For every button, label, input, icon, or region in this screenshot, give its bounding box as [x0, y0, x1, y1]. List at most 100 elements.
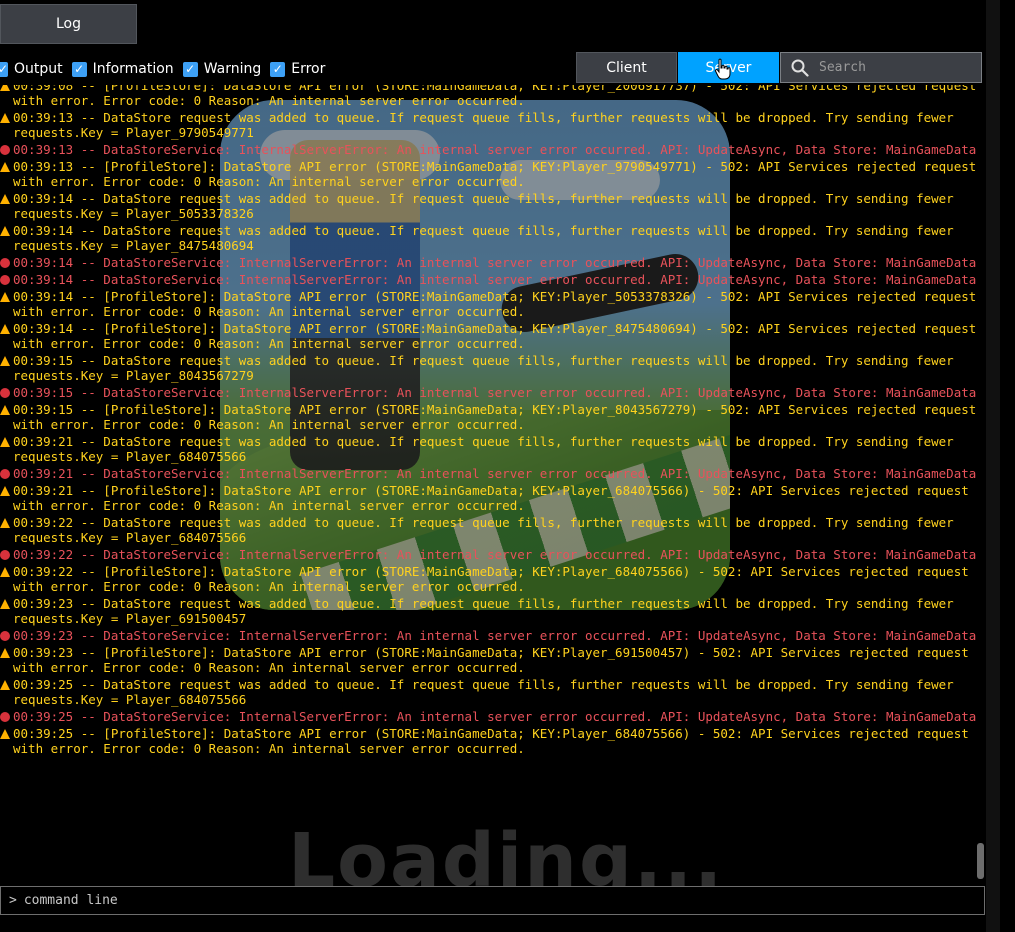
client-button[interactable]: Client: [576, 52, 677, 83]
warning-icon: [0, 648, 10, 658]
warning-icon: [0, 162, 10, 172]
warning-icon: [0, 486, 10, 496]
log-entry: 00:39:15 -- [ProfileStore]: DataStore AP…: [0, 402, 982, 432]
log-entry: 00:39:21 -- [ProfileStore]: DataStore AP…: [0, 483, 982, 513]
warning-icon: [0, 194, 10, 204]
warning-icon: [0, 356, 10, 366]
log-entry-text: 00:39:25 -- [ProfileStore]: DataStore AP…: [13, 726, 977, 756]
log-list: 00:39:08 -- [ProfileStore]: DataStore AP…: [0, 85, 982, 758]
error-icon: [0, 550, 10, 560]
log-entry-text: 00:39:14 -- [ProfileStore]: DataStore AP…: [13, 321, 977, 351]
log-entry-text: 00:39:13 -- DataStoreService: InternalSe…: [13, 142, 977, 157]
window-edge: [986, 0, 1000, 932]
log-entry: 00:39:15 -- DataStoreService: InternalSe…: [0, 385, 982, 400]
log-entry-text: 00:39:23 -- DataStore request was added …: [13, 596, 962, 626]
log-entry: 00:39:15 -- DataStore request was added …: [0, 353, 982, 383]
filter-label: Error: [291, 61, 326, 77]
log-entry: 00:39:22 -- [ProfileStore]: DataStore AP…: [0, 564, 982, 594]
log-entry: 00:39:25 -- [ProfileStore]: DataStore AP…: [0, 726, 982, 756]
command-line[interactable]: >: [0, 886, 985, 915]
log-entry-text: 00:39:21 -- [ProfileStore]: DataStore AP…: [13, 483, 977, 513]
log-entry-text: 00:39:08 -- [ProfileStore]: DataStore AP…: [13, 85, 977, 108]
search-box[interactable]: [780, 52, 982, 83]
log-entry: 00:39:13 -- [ProfileStore]: DataStore AP…: [0, 159, 982, 189]
error-icon: [0, 275, 10, 285]
filter-information[interactable]: ✓ Information: [71, 61, 174, 77]
log-entry-text: 00:39:23 -- DataStoreService: InternalSe…: [13, 628, 977, 643]
warning-icon: [0, 292, 10, 302]
log-entry-text: 00:39:15 -- [ProfileStore]: DataStore AP…: [13, 402, 977, 432]
log-entry-text: 00:39:13 -- [ProfileStore]: DataStore AP…: [13, 159, 977, 189]
search-input[interactable]: [819, 60, 959, 75]
log-tab[interactable]: Log: [0, 4, 137, 44]
warning-icon: [0, 680, 10, 690]
log-entry: 00:39:25 -- DataStore request was added …: [0, 677, 982, 707]
log-entry-text: 00:39:22 -- [ProfileStore]: DataStore AP…: [13, 564, 977, 594]
log-entry-text: 00:39:14 -- [ProfileStore]: DataStore AP…: [13, 289, 977, 319]
error-icon: [0, 388, 10, 398]
warning-icon: [0, 405, 10, 415]
command-input[interactable]: [23, 893, 924, 908]
warning-icon: [0, 226, 10, 236]
error-icon: [0, 145, 10, 155]
log-entry-text: 00:39:22 -- DataStore request was added …: [13, 515, 962, 545]
log-entry: 00:39:22 -- DataStore request was added …: [0, 515, 982, 545]
log-entry-text: 00:39:14 -- DataStore request was added …: [13, 191, 962, 221]
error-icon: [0, 712, 10, 722]
filter-error[interactable]: ✓ Error: [270, 61, 325, 77]
filter-label: Output: [14, 61, 63, 77]
log-entry: 00:39:14 -- DataStore request was added …: [0, 191, 982, 221]
log-entry: 00:39:23 -- DataStore request was added …: [0, 596, 982, 626]
filter-label: Warning: [203, 61, 262, 77]
log-entry: 00:39:23 -- DataStoreService: InternalSe…: [0, 628, 982, 643]
warning-icon: [0, 85, 10, 91]
warning-icon: [0, 729, 10, 739]
log-entry-text: 00:39:22 -- DataStoreService: InternalSe…: [13, 547, 977, 562]
log-entry: 00:39:14 -- DataStore request was added …: [0, 223, 982, 253]
filter-bar: ✓ Output ✓ Information ✓ Warning ✓ Error: [0, 58, 334, 80]
filter-label: Information: [92, 61, 174, 77]
log-entry: 00:39:22 -- DataStoreService: InternalSe…: [0, 547, 982, 562]
log-entry-text: 00:39:21 -- DataStoreService: InternalSe…: [13, 466, 977, 481]
filter-warning[interactable]: ✓ Warning: [182, 61, 262, 77]
log-entry: 00:39:08 -- [ProfileStore]: DataStore AP…: [0, 85, 982, 108]
command-prompt: >: [9, 893, 17, 908]
log-entry: 00:39:14 -- DataStoreService: InternalSe…: [0, 255, 982, 270]
error-icon: [0, 469, 10, 479]
search-icon: [791, 59, 809, 77]
checkbox-checked-icon[interactable]: ✓: [0, 61, 8, 77]
filter-output[interactable]: ✓ Output: [0, 61, 63, 77]
checkbox-checked-icon[interactable]: ✓: [182, 61, 198, 77]
error-icon: [0, 631, 10, 641]
log-entry: 00:39:14 -- [ProfileStore]: DataStore AP…: [0, 289, 982, 319]
log-entry-text: 00:39:14 -- DataStoreService: InternalSe…: [13, 272, 977, 287]
log-entry-text: 00:39:25 -- DataStoreService: InternalSe…: [13, 709, 977, 724]
warning-icon: [0, 437, 10, 447]
error-icon: [0, 258, 10, 268]
log-entry-text: 00:39:25 -- DataStore request was added …: [13, 677, 962, 707]
warning-icon: [0, 518, 10, 528]
log-entry: 00:39:14 -- [ProfileStore]: DataStore AP…: [0, 321, 982, 351]
checkbox-checked-icon[interactable]: ✓: [71, 61, 87, 77]
log-entry-text: 00:39:14 -- DataStore request was added …: [13, 223, 962, 253]
warning-icon: [0, 324, 10, 334]
log-output[interactable]: 00:39:08 -- [ProfileStore]: DataStore AP…: [0, 85, 982, 883]
log-entry: 00:39:21 -- DataStore request was added …: [0, 434, 982, 464]
hand-cursor-icon: [714, 58, 731, 80]
log-entry-text: 00:39:21 -- DataStore request was added …: [13, 434, 962, 464]
log-entry-text: 00:39:23 -- [ProfileStore]: DataStore AP…: [13, 645, 977, 675]
log-entry: 00:39:14 -- DataStoreService: InternalSe…: [0, 272, 982, 287]
log-entry-text: 00:39:15 -- DataStore request was added …: [13, 353, 962, 383]
log-entry: 00:39:23 -- [ProfileStore]: DataStore AP…: [0, 645, 982, 675]
log-entry: 00:39:13 -- DataStoreService: InternalSe…: [0, 142, 982, 157]
warning-icon: [0, 567, 10, 577]
warning-icon: [0, 599, 10, 609]
log-entry-text: 00:39:13 -- DataStore request was added …: [13, 110, 962, 140]
log-scrollbar[interactable]: [977, 843, 984, 879]
warning-icon: [0, 113, 10, 123]
log-entry-text: 00:39:14 -- DataStoreService: InternalSe…: [13, 255, 977, 270]
checkbox-checked-icon[interactable]: ✓: [270, 61, 286, 77]
log-entry: 00:39:13 -- DataStore request was added …: [0, 110, 982, 140]
context-toggle: Client Server: [576, 52, 779, 83]
log-entry: 00:39:25 -- DataStoreService: InternalSe…: [0, 709, 982, 724]
